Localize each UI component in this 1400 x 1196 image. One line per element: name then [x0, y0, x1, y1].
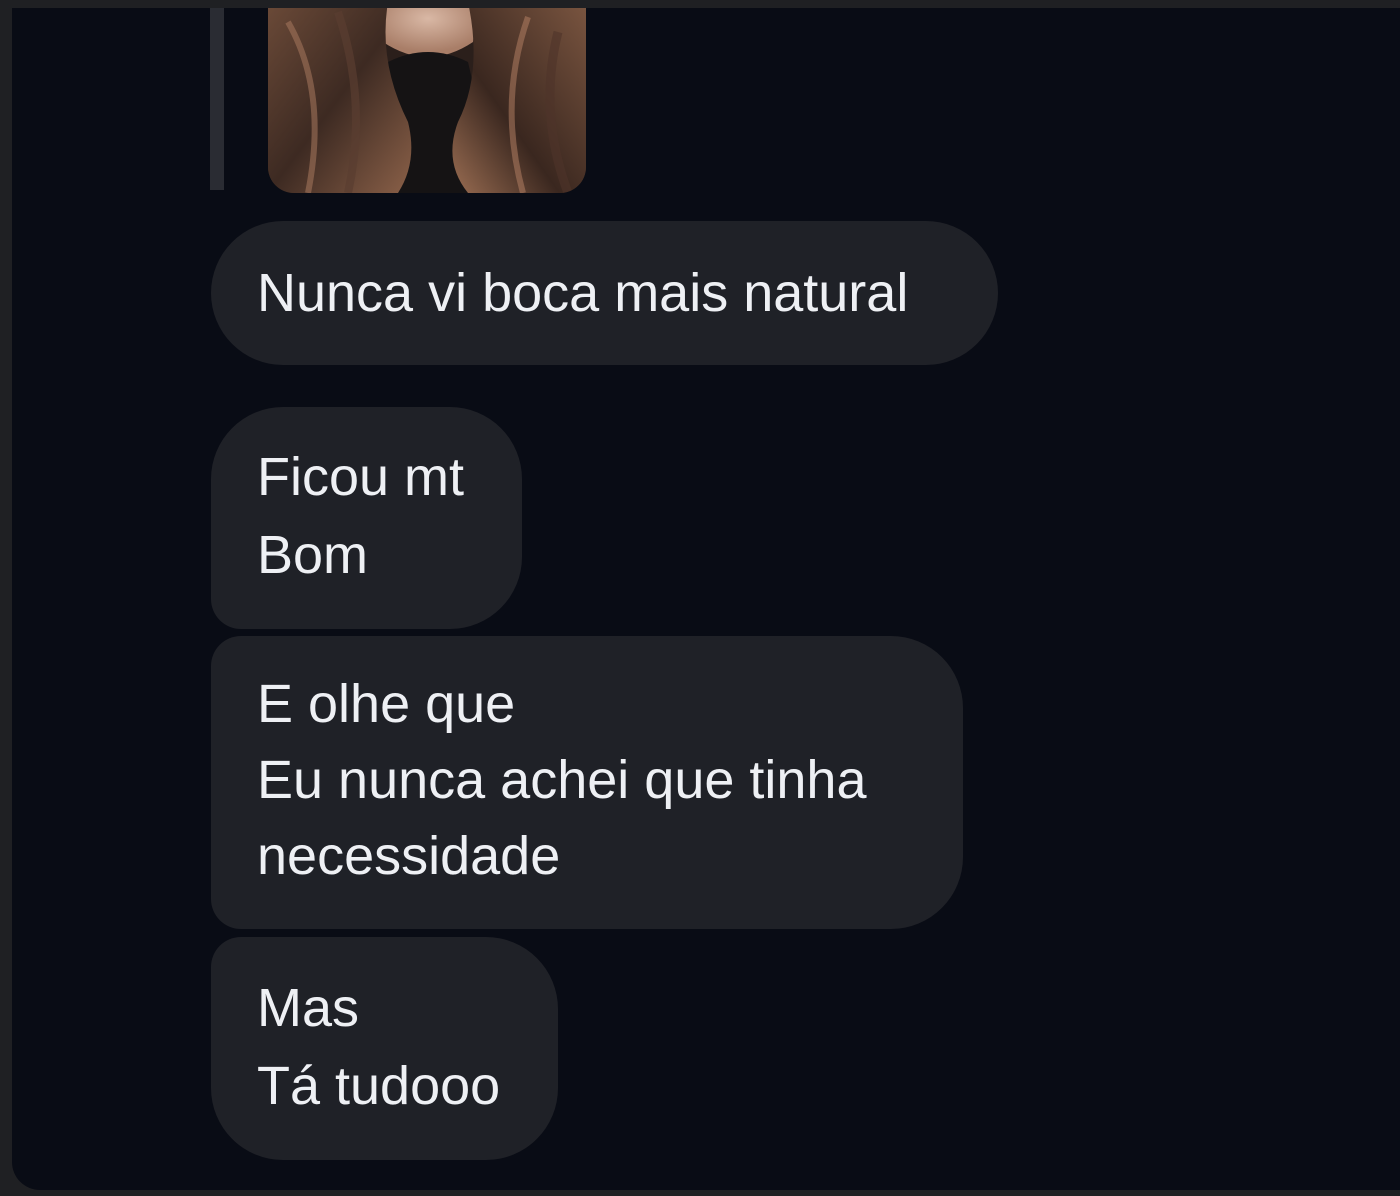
reply-indicator-bar	[210, 8, 224, 190]
message-bubble[interactable]: Ficou mt Bom	[211, 407, 522, 629]
message-text: Mas	[257, 978, 360, 1038]
message-bubble[interactable]: E olhe que Eu nunca achei que tinha nece…	[211, 636, 963, 929]
message-text: E olhe que	[257, 674, 516, 734]
message-text: Eu nunca achei que tinha	[257, 750, 867, 810]
screen: Nunca vi boca mais natural Ficou mt Bom …	[0, 0, 1400, 1196]
message-text: necessidade	[257, 826, 561, 886]
message-text: Bom	[257, 525, 369, 585]
message-text: Nunca vi boca mais natural	[257, 263, 909, 323]
message-bubble[interactable]: Nunca vi boca mais natural	[211, 221, 998, 365]
message-bubble[interactable]: Mas Tá tudooo	[211, 937, 558, 1160]
photo-image	[268, 8, 586, 193]
message-text: Tá tudooo	[257, 1056, 501, 1116]
message-text: Ficou mt	[257, 447, 465, 507]
chat-thread[interactable]: Nunca vi boca mais natural Ficou mt Bom …	[12, 8, 1400, 1190]
replied-photo-thumbnail[interactable]	[268, 8, 586, 193]
